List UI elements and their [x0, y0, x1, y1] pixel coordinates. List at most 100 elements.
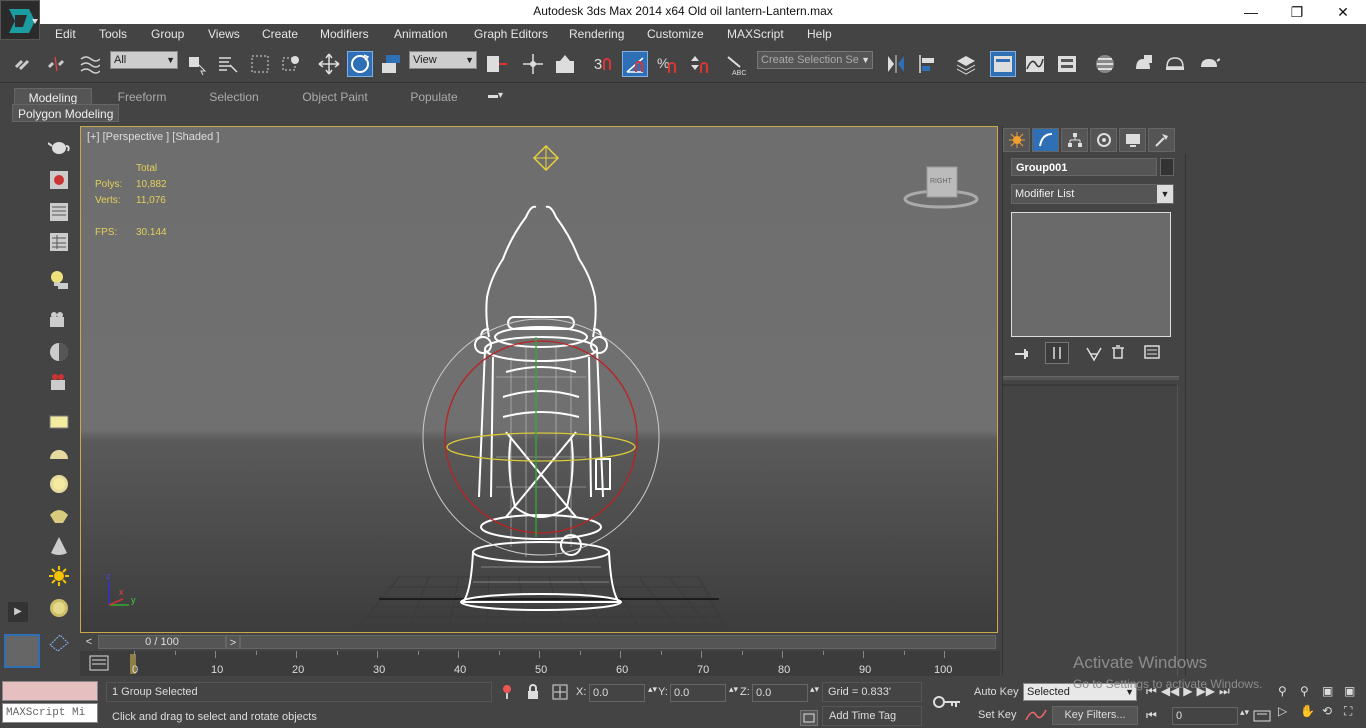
auto-key-button[interactable]: Auto Key — [974, 686, 1019, 698]
expand-arrow-icon[interactable]: ▶ — [8, 602, 28, 622]
camera-icon[interactable] — [44, 306, 74, 334]
modifier-list-dropdown[interactable]: Modifier List ▼ — [1011, 184, 1174, 204]
minimize-button[interactable]: — — [1228, 0, 1274, 24]
mirror-icon[interactable] — [883, 51, 909, 77]
create-tab-icon[interactable] — [1003, 128, 1030, 152]
reference-coordinate-dropdown[interactable]: View ▼ — [409, 51, 477, 69]
zoom-extents-icon[interactable]: ▣ — [1322, 684, 1344, 704]
material-editor-icon[interactable] — [1092, 51, 1118, 77]
angle-snap-icon[interactable] — [622, 51, 648, 77]
teapot-icon[interactable] — [44, 132, 74, 160]
current-frame-field[interactable]: 0 — [1172, 707, 1238, 725]
disc-icon[interactable] — [44, 594, 74, 622]
tab-object-paint[interactable]: Object Paint — [290, 88, 380, 106]
perspective-viewport[interactable]: [+] [Perspective ] [Shaded ] Total Polys… — [80, 126, 998, 633]
key-tangent-icon[interactable] — [1024, 706, 1048, 724]
selection-filter-dropdown[interactable]: All ▼ — [110, 51, 178, 69]
z-spinner-icon[interactable]: ▴▾ — [810, 684, 819, 695]
render-production-icon[interactable] — [1196, 51, 1222, 77]
field-of-view-icon[interactable]: ▷ — [1278, 704, 1300, 724]
key-filters-button[interactable]: Key Filters... — [1052, 706, 1138, 725]
time-configuration-icon[interactable] — [1252, 708, 1274, 724]
viewcube[interactable]: RIGHT — [903, 161, 979, 211]
time-prev-button[interactable]: < — [82, 635, 96, 649]
schematic-view-icon[interactable] — [1054, 51, 1080, 77]
x-spinner-icon[interactable]: ▴▾ — [648, 684, 657, 695]
y-spinner-icon[interactable]: ▴▾ — [729, 684, 738, 695]
scene-explorer-icon[interactable] — [990, 51, 1016, 77]
isolate-selection-icon[interactable] — [500, 684, 514, 700]
mini-curve-editor-icon[interactable] — [88, 653, 112, 673]
sphere-icon[interactable] — [44, 470, 74, 498]
rotate-icon[interactable] — [347, 51, 373, 77]
time-slider-thumb[interactable]: 0 / 100 — [98, 635, 226, 649]
layer-manager-icon[interactable] — [953, 51, 979, 77]
viewport-layout-icon[interactable] — [4, 634, 40, 668]
edit-named-selection-icon[interactable]: ABC — [722, 51, 748, 77]
align-icon[interactable] — [915, 51, 941, 77]
rendered-frame-window-icon[interactable] — [1162, 51, 1188, 77]
object-name-field[interactable]: Group001 — [1011, 158, 1157, 176]
time-slider[interactable]: < 0 / 100 > — [80, 633, 998, 651]
select-by-name-icon[interactable] — [214, 51, 240, 77]
time-tag-icon[interactable] — [800, 710, 818, 726]
pin-stack-icon[interactable] — [1013, 346, 1033, 362]
cone-icon[interactable] — [44, 532, 74, 560]
video-camera-icon[interactable] — [44, 368, 74, 396]
pan-icon[interactable]: ✋ — [1300, 704, 1322, 724]
grid-panel-icon[interactable] — [44, 228, 74, 256]
menu-views[interactable]: Views — [208, 27, 240, 41]
restore-button[interactable]: ❐ — [1274, 0, 1320, 24]
absolute-mode-icon[interactable] — [552, 684, 568, 700]
list-panel-icon[interactable] — [44, 198, 74, 226]
set-key-button[interactable]: Set Key — [978, 709, 1017, 721]
time-slider-track[interactable] — [240, 635, 996, 649]
select-object-icon[interactable] — [183, 51, 209, 77]
particles-icon[interactable] — [44, 628, 74, 656]
plane-icon[interactable] — [44, 408, 74, 436]
frame-spinner-icon[interactable]: ▴▾ — [1240, 707, 1249, 718]
modify-tab-icon[interactable] — [1032, 128, 1059, 152]
add-time-tag-button[interactable]: Add Time Tag — [822, 706, 922, 726]
render-setup-icon[interactable] — [1130, 51, 1156, 77]
object-color-swatch[interactable] — [1160, 158, 1174, 176]
track-bar[interactable]: 0 10 20 30 40 50 60 70 80 90 100 — [80, 651, 1000, 676]
lantern-wireframe[interactable] — [411, 197, 671, 633]
move-icon[interactable] — [316, 51, 342, 77]
sun-icon[interactable] — [44, 562, 74, 590]
time-next-button[interactable]: > — [226, 635, 240, 649]
tab-selection[interactable]: Selection — [196, 88, 272, 106]
configure-modifier-sets-icon[interactable] — [1143, 344, 1163, 362]
geosphere-icon[interactable] — [44, 502, 74, 530]
utilities-tab-icon[interactable] — [1148, 128, 1175, 152]
unlink-icon[interactable] — [43, 51, 69, 77]
display-tab-icon[interactable] — [1119, 128, 1146, 152]
modifier-stack[interactable] — [1011, 212, 1171, 337]
hemisphere-icon[interactable] — [44, 440, 74, 468]
menu-group[interactable]: Group — [151, 27, 184, 41]
z-coordinate-field[interactable]: 0.0 — [752, 684, 808, 702]
light-icon[interactable] — [44, 266, 74, 294]
percent-snap-icon[interactable]: % — [654, 51, 680, 77]
zoom-extents-all-icon[interactable]: ▣ — [1344, 684, 1366, 704]
menu-modifiers[interactable]: Modifiers — [320, 27, 369, 41]
keyboard-shortcut-override-icon[interactable] — [552, 51, 578, 77]
light-gizmo-icon[interactable] — [533, 145, 559, 171]
maxscript-mini-listener[interactable]: MAXScript Mi — [2, 703, 98, 723]
window-crossing-icon[interactable] — [278, 51, 304, 77]
menu-rendering[interactable]: Rendering — [569, 27, 624, 41]
x-coordinate-field[interactable]: 0.0 — [589, 684, 645, 702]
menu-maxscript[interactable]: MAXScript — [727, 27, 784, 41]
close-button[interactable]: ✕ — [1320, 0, 1366, 24]
show-end-result-icon[interactable] — [1045, 342, 1069, 364]
remove-modifier-icon[interactable] — [1109, 344, 1127, 362]
pivot-center-icon[interactable] — [483, 51, 509, 77]
menu-edit[interactable]: Edit — [55, 27, 76, 41]
orbit-icon[interactable]: ⟲ — [1322, 704, 1344, 724]
hierarchy-tab-icon[interactable] — [1061, 128, 1088, 152]
y-coordinate-field[interactable]: 0.0 — [670, 684, 726, 702]
sphere-half-icon[interactable] — [44, 338, 74, 366]
polygon-modeling-panel[interactable]: Polygon Modeling — [12, 104, 120, 122]
scale-icon[interactable] — [378, 51, 404, 77]
menu-help[interactable]: Help — [807, 27, 832, 41]
